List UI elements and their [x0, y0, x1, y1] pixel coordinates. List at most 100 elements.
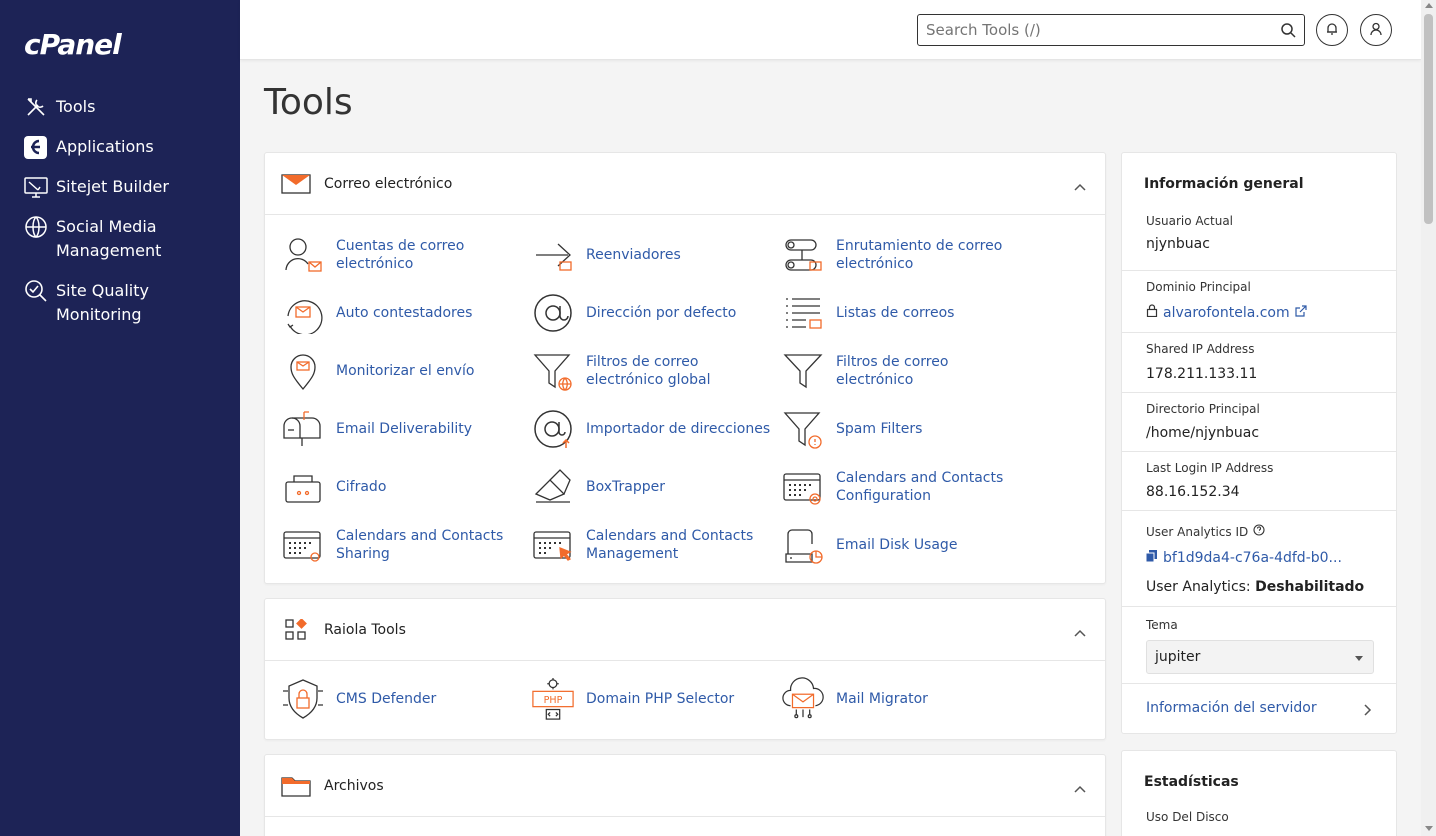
- tool-encryption[interactable]: Cifrado: [281, 465, 526, 509]
- shield-lock-icon: [281, 677, 325, 721]
- page-title: Tools: [264, 82, 353, 123]
- at-sign-icon: [531, 291, 575, 335]
- tool-label: Calendars and Contacts Sharing: [336, 528, 504, 562]
- forwarders-icon: [531, 233, 575, 277]
- current-user-label: Usuario Actual: [1146, 214, 1234, 228]
- panel-title: Archivos: [324, 777, 384, 794]
- primary-domain-link[interactable]: alvarofontela.com: [1163, 305, 1290, 321]
- tool-boxtrapper[interactable]: BoxTrapper: [531, 465, 776, 509]
- filter-icon: [781, 349, 825, 393]
- tool-email-filters[interactable]: Filtros de correo electrónico: [781, 349, 1026, 393]
- tool-calendars-contacts-sharing[interactable]: Calendars and Contacts Sharing: [281, 523, 526, 567]
- panel-header-files[interactable]: Archivos: [265, 755, 1105, 817]
- tool-label: Calendars and Contacts Configuration: [836, 470, 1004, 504]
- tools-icon: [24, 95, 48, 119]
- panel-title: Correo electrónico: [324, 175, 453, 192]
- chevron-up-icon[interactable]: [1073, 177, 1087, 196]
- tool-track-delivery[interactable]: Monitorizar el envío: [281, 349, 526, 393]
- tool-email-disk-usage[interactable]: Email Disk Usage: [781, 523, 1026, 567]
- tool-email-accounts[interactable]: Cuentas de correo electrónico: [281, 233, 526, 277]
- tool-email-routing[interactable]: Enrutamiento de correo electrónico: [781, 233, 1026, 277]
- svg-text:PHP: PHP: [544, 695, 563, 706]
- global-filter-icon: [531, 349, 575, 393]
- primary-domain-label: Dominio Principal: [1146, 280, 1251, 294]
- notifications-button[interactable]: [1316, 14, 1348, 46]
- analytics-id-value[interactable]: bf1d9da4-c76a-4dfd-b0...: [1163, 550, 1342, 566]
- autoresponder-icon: [281, 291, 325, 335]
- sidebar-item-label: Tools: [56, 97, 96, 116]
- chevron-up-icon[interactable]: [1073, 779, 1087, 798]
- tool-domain-php-selector[interactable]: PHP Domain PHP Selector: [531, 677, 776, 721]
- stats-title: Estadísticas: [1144, 774, 1239, 790]
- folder-icon: [281, 771, 311, 801]
- disk-usage-label: Uso Del Disco: [1146, 810, 1229, 824]
- server-info-link[interactable]: Información del servidor: [1146, 700, 1317, 716]
- chevron-up-icon[interactable]: [1073, 623, 1087, 642]
- last-login-label: Last Login IP Address: [1146, 461, 1274, 475]
- tool-forwarders[interactable]: Reenviadores: [531, 233, 776, 277]
- scroll-up-arrow-icon[interactable]: [1425, 3, 1433, 8]
- tool-label: Filtros de correo electrónico: [836, 354, 949, 388]
- cloud-mail-icon: [781, 677, 825, 721]
- sidebar-item-tools[interactable]: Tools: [24, 95, 216, 119]
- home-dir-label: Directorio Principal: [1146, 402, 1260, 416]
- divider: [1122, 451, 1396, 452]
- info-title: Información general: [1144, 176, 1304, 192]
- sidebar-item-social-media[interactable]: Social Media Management: [24, 215, 216, 263]
- scrollbar-thumb[interactable]: [1424, 14, 1433, 224]
- page-scrollbar[interactable]: [1421, 0, 1436, 836]
- caret-down-icon: [1355, 656, 1363, 661]
- spam-filter-icon: [781, 407, 825, 451]
- help-icon[interactable]: [1253, 524, 1265, 539]
- bell-icon: [1325, 21, 1339, 40]
- tool-label: Importador de direcciones: [586, 421, 771, 437]
- tool-calendars-contacts-management[interactable]: Calendars and Contacts Management: [531, 523, 776, 567]
- tool-label: Auto contestadores: [336, 305, 473, 321]
- apps-grid-icon: [281, 615, 311, 645]
- tool-cms-defender[interactable]: CMS Defender: [281, 677, 526, 721]
- sidebar-item-site-quality[interactable]: Site Quality Monitoring: [24, 279, 216, 327]
- tool-label: Filtros de correo electrónico global: [586, 354, 711, 388]
- external-link-icon[interactable]: [1295, 304, 1307, 321]
- cpanel-logo[interactable]: cPanel: [24, 28, 122, 61]
- user-menu-button[interactable]: [1360, 14, 1392, 46]
- copy-icon[interactable]: [1145, 550, 1157, 566]
- theme-select[interactable]: jupiter: [1146, 640, 1374, 674]
- panel-raiola-tools: Raiola Tools CMS Defender PHP Domain PHP…: [264, 598, 1106, 740]
- tool-global-email-filters[interactable]: Filtros de correo electrónico global: [531, 349, 776, 393]
- tool-email-deliverability[interactable]: Email Deliverability: [281, 407, 526, 451]
- theme-select-value: jupiter: [1155, 649, 1201, 665]
- primary-domain-row: alvarofontela.com: [1146, 304, 1307, 321]
- scroll-down-arrow-icon[interactable]: [1425, 826, 1433, 831]
- calendar-gear-icon: [281, 523, 325, 567]
- panel-title: Raiola Tools: [324, 621, 406, 638]
- divider: [1122, 332, 1396, 333]
- location-pin-icon: [281, 349, 325, 393]
- sidebar-item-label: Site Quality Monitoring: [56, 281, 149, 324]
- tool-spam-filters[interactable]: Spam Filters: [781, 407, 1026, 451]
- tool-label: Cuentas de correo electrónico: [336, 238, 465, 272]
- panel-files: Archivos: [264, 754, 1106, 836]
- tool-mailing-lists[interactable]: Listas de correos: [781, 291, 1026, 335]
- tool-label: Reenviadores: [586, 247, 681, 263]
- search-icon[interactable]: [1280, 22, 1296, 42]
- chevron-right-icon[interactable]: [1363, 702, 1372, 721]
- mailing-lists-icon: [781, 291, 825, 335]
- search-input[interactable]: [918, 15, 1258, 45]
- envelope-icon: [281, 169, 311, 199]
- applications-icon: [24, 135, 48, 159]
- tool-mail-migrator[interactable]: Mail Migrator: [781, 677, 1026, 721]
- sidebar-item-sitejet[interactable]: Sitejet Builder: [24, 175, 216, 199]
- sidebar-item-applications[interactable]: Applications: [24, 135, 216, 159]
- boxtrapper-icon: [531, 465, 575, 509]
- panel-header-email[interactable]: Correo electrónico: [265, 153, 1105, 215]
- panel-header-raiola[interactable]: Raiola Tools: [265, 599, 1105, 661]
- sidebar-item-label: Applications: [56, 137, 154, 156]
- analytics-id-label-row: User Analytics ID: [1146, 524, 1265, 539]
- tool-default-address[interactable]: Dirección por defecto: [531, 291, 776, 335]
- tool-autoresponders[interactable]: Auto contestadores: [281, 291, 526, 335]
- tool-calendars-contacts-config[interactable]: Calendars and Contacts Configuration: [781, 465, 1026, 509]
- tool-address-importer[interactable]: Importador de direcciones: [531, 407, 776, 451]
- general-info-card: Información general Usuario Actual njynb…: [1121, 152, 1397, 734]
- tool-label: Calendars and Contacts Management: [586, 528, 754, 562]
